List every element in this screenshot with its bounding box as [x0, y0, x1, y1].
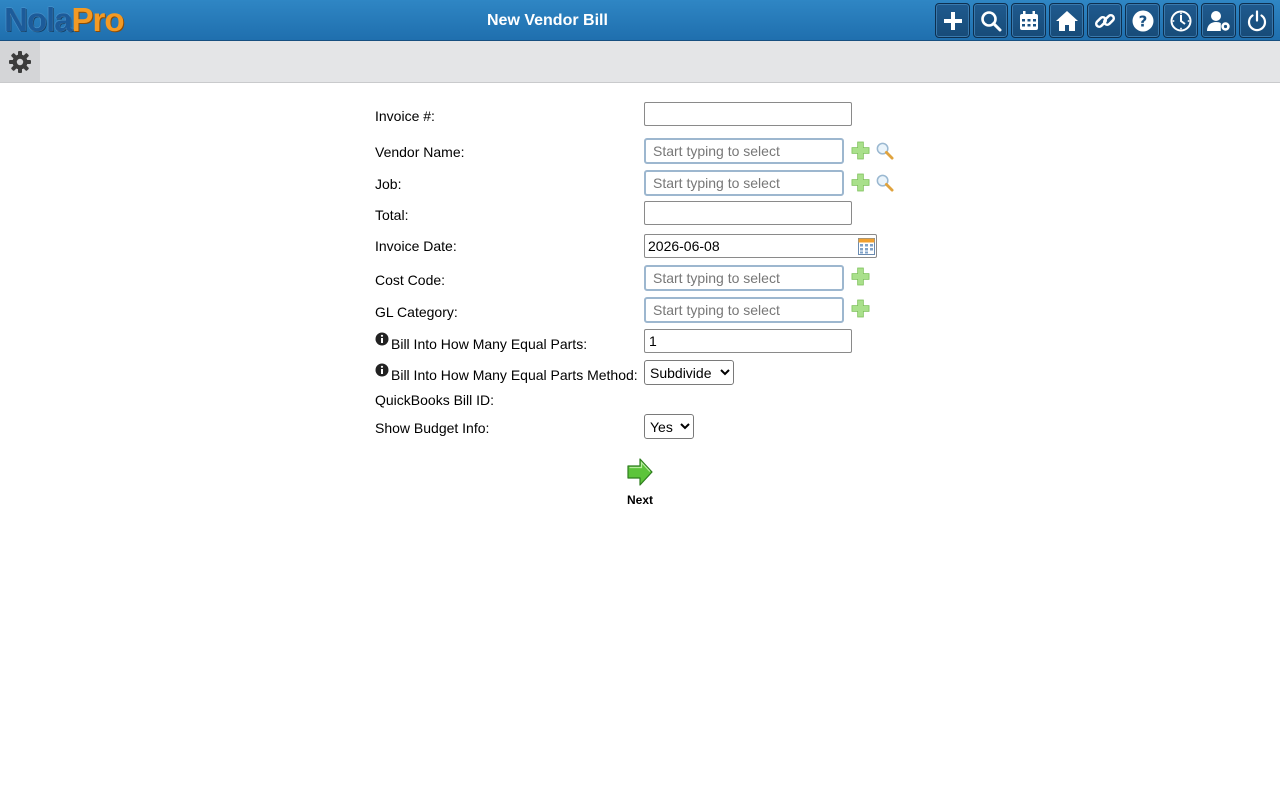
power-icon — [1247, 9, 1266, 31]
invoice-number-label: Invoice #: — [375, 108, 435, 124]
info-icon[interactable] — [375, 332, 389, 346]
history-button[interactable] — [1163, 3, 1198, 38]
job-input[interactable] — [644, 170, 844, 196]
gl-category-row: GL Category: — [375, 297, 935, 325]
quickbooks-bill-id-label: QuickBooks Bill ID: — [375, 392, 495, 408]
add-cost-code-icon[interactable] — [851, 267, 870, 286]
history-clock-icon — [1170, 10, 1191, 31]
gear-icon — [9, 50, 31, 73]
vendor-name-row: Vendor Name: — [375, 138, 935, 166]
invoice-date-label: Invoice Date: — [375, 238, 457, 254]
calendar-button[interactable] — [1011, 3, 1046, 38]
equal-parts-label-wrap: Bill Into How Many Equal Parts: — [375, 332, 588, 352]
link-icon — [1094, 13, 1115, 28]
show-budget-info-row: Show Budget Info: Yes — [375, 414, 935, 442]
equal-parts-row: Bill Into How Many Equal Parts: — [375, 329, 935, 357]
invoice-number-input[interactable] — [644, 102, 852, 126]
invoice-date-field — [644, 234, 877, 258]
vendor-name-label: Vendor Name: — [375, 144, 465, 160]
logo-text-nola: Nola — [4, 1, 73, 38]
cost-code-label: Cost Code: — [375, 272, 446, 288]
next-button-label: Next — [626, 493, 653, 507]
help-icon: ? — [1132, 10, 1153, 31]
cost-code-input[interactable] — [644, 265, 844, 291]
logout-button[interactable] — [1239, 3, 1274, 38]
help-button[interactable]: ? — [1125, 3, 1160, 38]
header-toolbar: ? — [935, 3, 1274, 38]
total-row: Total: — [375, 201, 935, 229]
equal-parts-method-label: Bill Into How Many Equal Parts Method: — [391, 367, 638, 383]
top-header: NolaPro New Vendor Bill ? — [0, 0, 1280, 41]
total-input[interactable] — [644, 201, 852, 225]
add-gl-category-icon[interactable] — [851, 299, 870, 318]
user-settings-icon — [1206, 10, 1230, 31]
equal-parts-method-select[interactable]: Subdivide — [644, 360, 734, 385]
job-row: Job: — [375, 170, 935, 198]
search-job-icon[interactable] — [875, 173, 894, 192]
invoice-date-row: Invoice Date: — [375, 234, 935, 262]
job-label: Job: — [375, 176, 402, 192]
invoice-number-row: Invoice #: — [375, 102, 935, 130]
svg-text:?: ? — [1138, 12, 1147, 30]
equal-parts-input[interactable] — [644, 329, 852, 353]
add-vendor-icon[interactable] — [851, 141, 870, 160]
gl-category-input[interactable] — [644, 297, 844, 323]
info-icon[interactable] — [375, 363, 389, 377]
cost-code-row: Cost Code: — [375, 265, 935, 293]
user-settings-button[interactable] — [1201, 3, 1236, 38]
equal-parts-method-row: Bill Into How Many Equal Parts Method: S… — [375, 359, 935, 387]
settings-button[interactable] — [0, 41, 40, 82]
add-job-icon[interactable] — [851, 173, 870, 192]
gl-category-label: GL Category: — [375, 304, 458, 320]
nolapro-logo[interactable]: NolaPro — [4, 0, 125, 40]
page-title: New Vendor Bill — [487, 12, 608, 29]
home-icon — [1055, 10, 1078, 31]
add-icon — [943, 11, 962, 30]
equal-parts-label: Bill Into How Many Equal Parts: — [391, 336, 588, 352]
total-label: Total: — [375, 207, 409, 223]
search-button[interactable] — [973, 3, 1008, 38]
add-button[interactable] — [935, 3, 970, 38]
date-picker-icon[interactable] — [858, 238, 875, 255]
next-button[interactable]: Next — [606, 457, 674, 507]
sub-toolbar — [0, 41, 1280, 83]
logo-text-pro: Pro — [71, 1, 125, 38]
home-button[interactable] — [1049, 3, 1084, 38]
invoice-date-input[interactable] — [645, 235, 845, 257]
next-arrow-icon — [627, 458, 653, 486]
equal-parts-method-label-wrap: Bill Into How Many Equal Parts Method: — [375, 363, 638, 383]
search-icon — [980, 10, 1001, 31]
search-vendor-icon[interactable] — [875, 141, 894, 160]
show-budget-info-select[interactable]: Yes — [644, 414, 694, 439]
link-button[interactable] — [1087, 3, 1122, 38]
calendar-icon — [1019, 10, 1038, 30]
vendor-name-input[interactable] — [644, 138, 844, 164]
show-budget-info-label: Show Budget Info: — [375, 420, 490, 436]
